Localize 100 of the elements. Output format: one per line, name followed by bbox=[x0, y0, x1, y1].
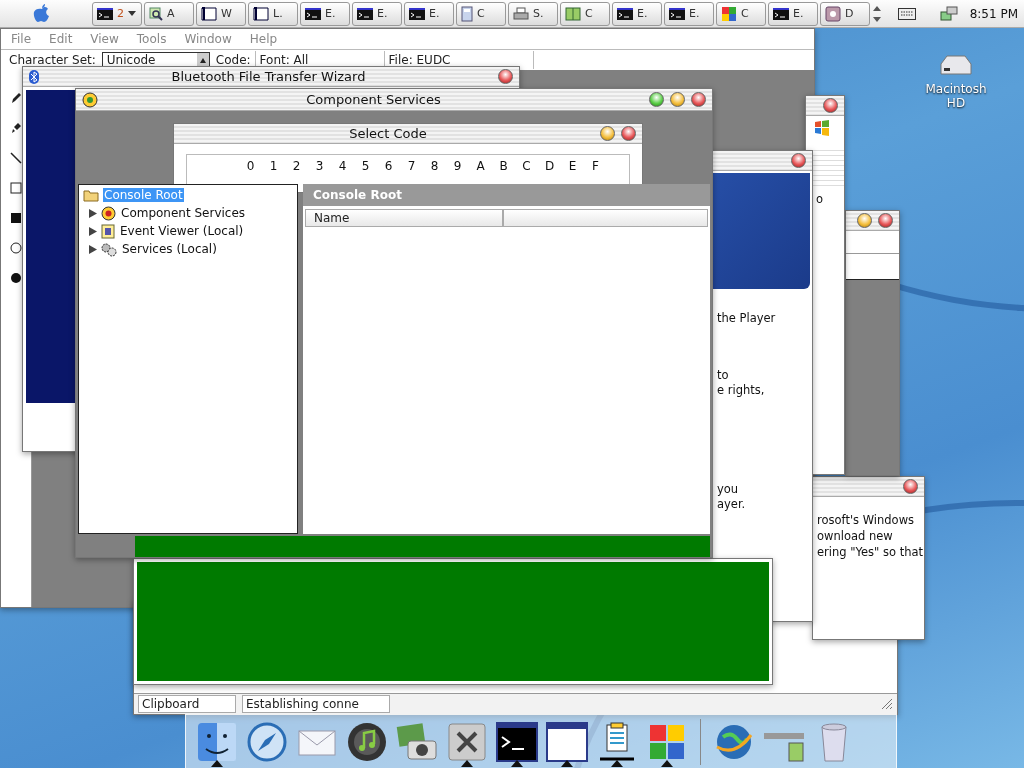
brush-icon[interactable] bbox=[10, 122, 22, 134]
taskbar-button[interactable]: E. bbox=[664, 1, 714, 26]
tree-item[interactable]: Event Viewer (Local) bbox=[119, 224, 245, 238]
console-icon bbox=[773, 7, 789, 20]
caret-icon bbox=[128, 11, 136, 16]
wizard-text: you bbox=[717, 482, 740, 497]
close-button[interactable] bbox=[621, 126, 636, 141]
expander-icon[interactable] bbox=[89, 244, 97, 254]
dialog-text: ownload new bbox=[817, 529, 894, 544]
rectangle-icon[interactable] bbox=[10, 182, 22, 194]
close-button[interactable] bbox=[691, 92, 706, 107]
taskbar-button[interactable]: C bbox=[716, 1, 766, 26]
console-icon bbox=[617, 7, 633, 20]
close-button[interactable] bbox=[903, 479, 918, 494]
folder-icon bbox=[83, 188, 99, 202]
taskbar-button[interactable]: L. bbox=[248, 1, 298, 26]
status-text: Clipboard bbox=[138, 695, 236, 713]
colorful-blocks-icon bbox=[721, 5, 737, 22]
clock[interactable]: 8:51 PM bbox=[969, 6, 1018, 21]
menu-item[interactable]: Tools bbox=[136, 32, 167, 46]
magnifier-icon bbox=[149, 6, 163, 21]
taskbar-button[interactable]: W bbox=[196, 1, 246, 26]
column-header: 5 bbox=[360, 158, 371, 175]
close-button[interactable] bbox=[791, 153, 806, 168]
window-title: Component Services bbox=[305, 92, 442, 107]
taskbar-button[interactable]: C bbox=[456, 1, 506, 26]
minimize-button[interactable] bbox=[600, 126, 615, 141]
zoom-button[interactable] bbox=[649, 92, 664, 107]
filled-ellipse-icon[interactable] bbox=[10, 272, 22, 284]
bluetooth-icon bbox=[29, 69, 39, 84]
printer-icon bbox=[513, 6, 529, 21]
column-header: E bbox=[567, 158, 578, 175]
filled-rectangle-icon[interactable] bbox=[10, 212, 22, 224]
column-header: 2 bbox=[291, 158, 302, 175]
taskbar-button[interactable]: E. bbox=[352, 1, 402, 26]
flag-logo-icon bbox=[814, 120, 830, 136]
tree-item[interactable]: Services (Local) bbox=[121, 242, 218, 256]
column-header: 6 bbox=[383, 158, 394, 175]
expander-icon[interactable] bbox=[89, 226, 97, 236]
column-header: 3 bbox=[314, 158, 325, 175]
close-button[interactable] bbox=[498, 69, 513, 84]
console-icon bbox=[669, 7, 685, 20]
taskbar-button[interactable]: A bbox=[144, 1, 194, 26]
window-icon bbox=[201, 6, 217, 21]
ellipse-icon[interactable] bbox=[10, 242, 22, 254]
window-title: Bluetooth File Transfer Wizard bbox=[170, 69, 367, 84]
taskbar-button[interactable]: E. bbox=[404, 1, 454, 26]
resize-grip-icon[interactable] bbox=[881, 698, 893, 710]
taskbar-button[interactable]: E. bbox=[300, 1, 350, 26]
column-header: 9 bbox=[452, 158, 463, 175]
menu-item[interactable]: Edit bbox=[49, 32, 73, 46]
calculator-icon bbox=[461, 5, 473, 22]
line-icon[interactable] bbox=[10, 152, 22, 164]
tools-icon[interactable] bbox=[446, 720, 488, 763]
window-text: o bbox=[815, 192, 825, 207]
column-header: 1 bbox=[268, 158, 279, 175]
taskbar-button[interactable]: D bbox=[820, 1, 870, 26]
apple-icon[interactable] bbox=[33, 4, 51, 24]
compass-icon[interactable] bbox=[246, 720, 288, 763]
pencil-icon[interactable] bbox=[10, 92, 22, 104]
column-header: 7 bbox=[406, 158, 417, 175]
menu-item[interactable]: File bbox=[11, 32, 32, 46]
window-icon[interactable] bbox=[546, 720, 588, 763]
close-button[interactable] bbox=[823, 98, 838, 113]
menu-item[interactable]: View bbox=[90, 32, 119, 46]
console-icon bbox=[357, 7, 373, 20]
wizard-text: to bbox=[717, 368, 730, 383]
expander-icon[interactable] bbox=[89, 208, 97, 218]
menu-item[interactable]: Window bbox=[184, 32, 232, 46]
column-header: F bbox=[591, 158, 600, 175]
wizard-text: e rights, bbox=[717, 383, 766, 398]
taskbar-button[interactable]: E. bbox=[612, 1, 662, 26]
terminal-icon[interactable] bbox=[496, 720, 538, 763]
gears-icon bbox=[101, 241, 117, 257]
column-header[interactable]: Name bbox=[305, 209, 503, 227]
taskbar-button[interactable]: S. bbox=[508, 1, 558, 26]
keyboard-icon[interactable] bbox=[897, 7, 916, 20]
window-icon bbox=[253, 6, 269, 21]
status-text: Establishing conne bbox=[242, 695, 390, 713]
caret-icon bbox=[199, 57, 206, 63]
media-icon bbox=[825, 5, 841, 22]
tree-item[interactable]: Component Services bbox=[120, 206, 247, 220]
close-button[interactable] bbox=[878, 213, 893, 228]
taskbar-button[interactable]: E. bbox=[768, 1, 818, 26]
console-icon bbox=[305, 7, 321, 20]
menu-item[interactable]: Help bbox=[249, 32, 278, 46]
camera-icon[interactable] bbox=[396, 720, 438, 763]
taskbar-button[interactable]: 2 bbox=[92, 1, 142, 26]
minimize-button[interactable] bbox=[857, 213, 872, 228]
minimize-button[interactable] bbox=[670, 92, 685, 107]
network-icon[interactable] bbox=[939, 5, 958, 22]
column-header: D bbox=[543, 158, 556, 175]
smiling-face-icon[interactable] bbox=[196, 720, 238, 763]
column-header: C bbox=[521, 158, 532, 175]
column-header: 0 bbox=[245, 158, 256, 175]
dialog-text: rosoft's Windows bbox=[817, 513, 916, 528]
taskbar-button[interactable]: C bbox=[560, 1, 610, 26]
window-title: Select Code bbox=[348, 126, 428, 141]
music-note-icon[interactable] bbox=[346, 720, 388, 763]
pane-header: Console Root bbox=[303, 184, 710, 206]
